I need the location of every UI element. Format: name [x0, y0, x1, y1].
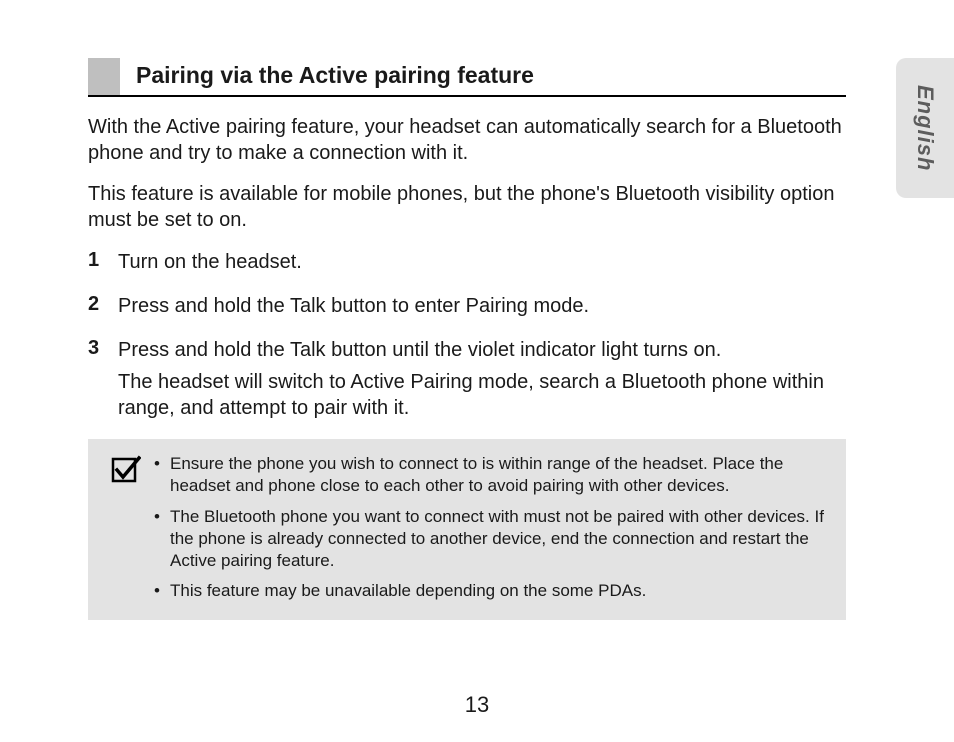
step-body: Press and hold the Talk button to enter …	[118, 293, 589, 319]
note-list: Ensure the phone you wish to connect to …	[146, 453, 828, 602]
note-item: Ensure the phone you wish to connect to …	[154, 453, 828, 497]
step-number: 2	[88, 293, 118, 316]
checkmark-icon	[106, 453, 146, 602]
step-extra-text: The headset will switch to Active Pairin…	[118, 369, 846, 421]
heading-text: Pairing via the Active pairing feature	[136, 58, 534, 95]
step-item: 2 Press and hold the Talk button to ente…	[88, 293, 846, 319]
intro-paragraph-2: This feature is available for mobile pho…	[88, 182, 846, 233]
note-item: This feature may be unavailable dependin…	[154, 580, 828, 602]
page-number: 13	[0, 692, 954, 718]
step-item: 1 Turn on the headset.	[88, 249, 846, 275]
language-tab: English	[896, 58, 954, 198]
intro-paragraph-1: With the Active pairing feature, your he…	[88, 115, 846, 166]
note-box: Ensure the phone you wish to connect to …	[88, 439, 846, 620]
step-text: Press and hold the Talk button to enter …	[118, 295, 589, 317]
note-item: The Bluetooth phone you want to connect …	[154, 506, 828, 572]
step-item: 3 Press and hold the Talk button until t…	[88, 337, 846, 421]
language-tab-label: English	[912, 85, 938, 171]
step-text: Turn on the headset.	[118, 251, 302, 273]
steps-list: 1 Turn on the headset. 2 Press and hold …	[88, 249, 846, 421]
step-body: Turn on the headset.	[118, 249, 302, 275]
step-number: 1	[88, 249, 118, 272]
step-text: Press and hold the Talk button until the…	[118, 339, 721, 361]
step-number: 3	[88, 337, 118, 360]
step-body: Press and hold the Talk button until the…	[118, 337, 846, 421]
intro-block: With the Active pairing feature, your he…	[88, 115, 846, 233]
heading-marker	[88, 58, 120, 95]
section-heading: Pairing via the Active pairing feature	[88, 58, 846, 97]
